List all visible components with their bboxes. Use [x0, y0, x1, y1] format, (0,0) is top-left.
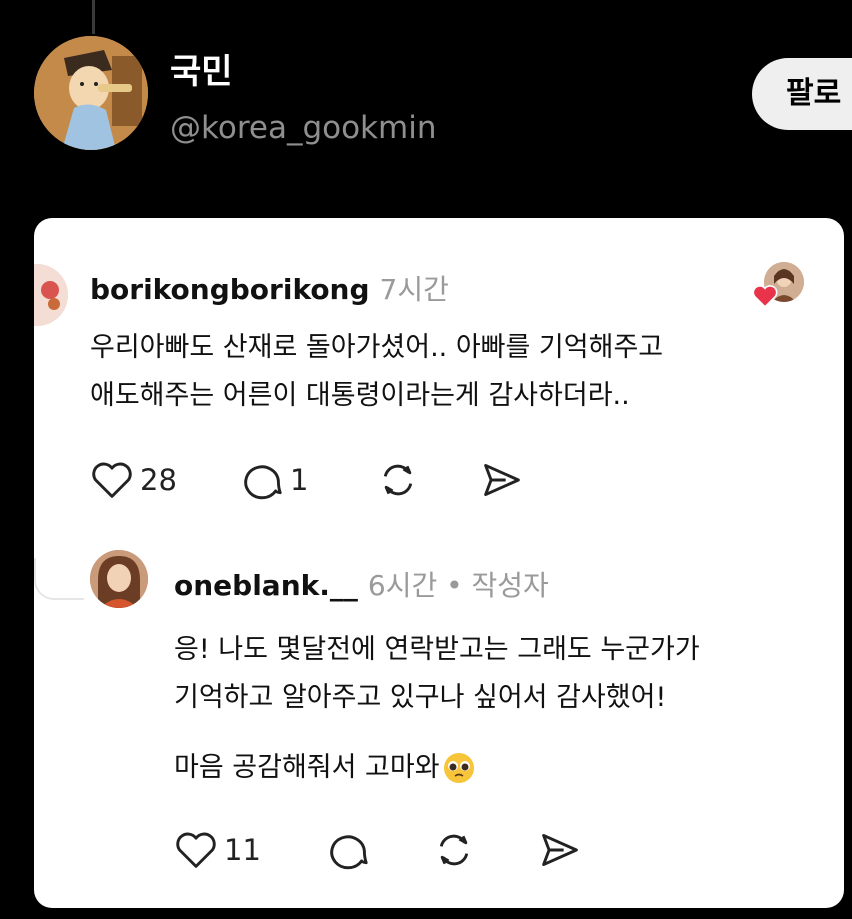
pleading-face-emoji	[443, 753, 474, 783]
reply-line-1: 응! 나도 몇달전에 연락받고는 그래도 누군가가	[174, 634, 700, 665]
profile-avatar[interactable]	[34, 36, 148, 150]
comment-icon	[330, 835, 368, 870]
reply-count: 1	[290, 463, 309, 497]
send-icon	[542, 834, 578, 866]
reply-line-3-row: 마음 공감해줘서 고마와	[174, 744, 476, 792]
reply-line-3: 마음 공감해줘서 고마와	[174, 752, 440, 783]
like-count: 28	[140, 463, 177, 497]
reply-button[interactable]: 1	[240, 460, 308, 500]
profile-name: 국민	[170, 52, 233, 92]
comment-time: 7시간	[379, 273, 449, 306]
heart-icon	[176, 832, 216, 868]
repost-icon	[439, 834, 469, 866]
comment-username[interactable]: borikongborikong	[90, 273, 370, 306]
reply-comment-button[interactable]	[326, 830, 370, 870]
like-button[interactable]: 28	[90, 460, 177, 500]
profile-handle: @korea_gookmin	[170, 110, 437, 146]
comment-header: borikongborikong 7시간	[90, 268, 449, 308]
reply-username[interactable]: oneblank.__	[174, 569, 358, 602]
comment-text: 우리아빠도 산재로 돌아가셨어.. 아빠를 기억해주고 애도해주는 어른이 대통…	[90, 324, 663, 420]
send-icon	[484, 464, 520, 496]
reply-header: oneblank.__ 6시간 • 작성자	[174, 564, 549, 604]
comment-line-1: 우리아빠도 산재로 돌아가셨어.. 아빠를 기억해주고	[90, 332, 664, 363]
comment-line-2: 애도해주는 어른이 대통령이라는게 감사하더라..	[90, 380, 630, 411]
reply-thread-connector	[34, 558, 84, 600]
share-button[interactable]	[480, 460, 524, 500]
reply-like-button[interactable]: 11	[174, 830, 261, 870]
reply-author-avatar[interactable]	[90, 550, 148, 608]
heart-icon	[92, 462, 132, 498]
reply-repost-button[interactable]	[432, 830, 476, 870]
comment-card: borikongborikong 7시간 우리아빠도 산재로 돌아가셨어.. 아빠…	[34, 218, 844, 908]
reply-like-count: 11	[224, 833, 261, 867]
thread-connector-line	[92, 0, 95, 34]
repost-icon	[383, 464, 413, 496]
repost-button[interactable]	[376, 460, 420, 500]
reply-line-2: 기억하고 알아주고 있구나 싶어서 감사했어!	[174, 682, 667, 713]
reply-meta: 6시간 • 작성자	[367, 569, 549, 602]
reply-share-button[interactable]	[538, 830, 582, 870]
heart-badge-icon	[752, 285, 778, 308]
follow-button[interactable]: 팔로	[752, 58, 852, 130]
comment-icon	[244, 465, 282, 500]
reply-text: 응! 나도 몇달전에 연락받고는 그래도 누군가가 기억하고 알아주고 있구나 …	[174, 626, 700, 722]
comment-author-avatar[interactable]	[34, 264, 68, 326]
